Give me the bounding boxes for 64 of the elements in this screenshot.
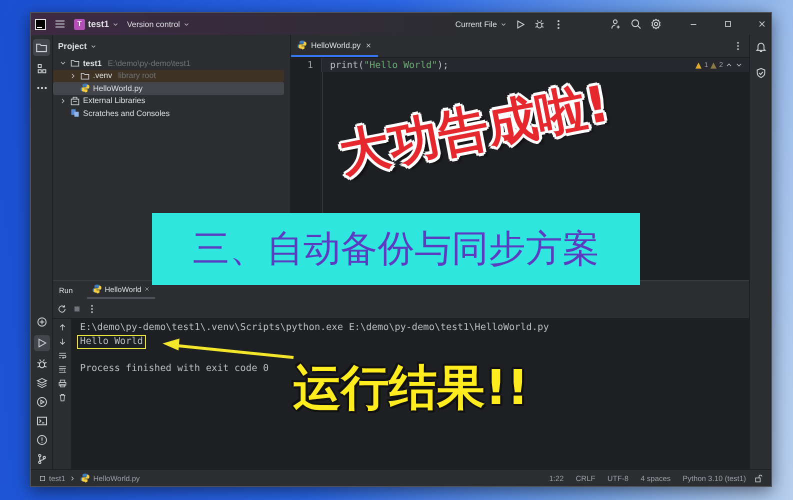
search-icon[interactable]	[630, 18, 642, 30]
run-icon[interactable]	[515, 18, 526, 30]
banner-heading: 三、自动备份与同步方案	[152, 213, 640, 285]
soft-wrap-icon[interactable]	[58, 351, 66, 360]
headline-text: 大功告成啦!	[334, 74, 615, 186]
project-panel-title[interactable]: Project	[53, 35, 290, 57]
console-line: Process finished with exit code 0	[79, 362, 270, 376]
trash-icon[interactable]	[58, 393, 66, 402]
down-arrow-icon[interactable]	[58, 337, 66, 346]
notifications-icon[interactable]	[754, 41, 766, 53]
library-icon	[70, 96, 80, 106]
python-file-icon	[297, 40, 307, 50]
rerun-icon[interactable]	[57, 304, 67, 314]
terminal-icon[interactable]	[36, 415, 48, 427]
console-line: E:\demo\py-demo\test1\.venv\Scripts\python.exe E:\demo\py-demo\test1\HelloWorld.py	[79, 321, 550, 335]
run-configuration-selector[interactable]: Current File	[455, 20, 507, 28]
tree-item[interactable]: Scratches and Consoles	[53, 107, 284, 120]
scroll-to-end-icon[interactable]	[58, 365, 66, 374]
code-line: print("Hello World");	[329, 60, 449, 70]
folder-icon	[70, 58, 80, 68]
maximize-icon[interactable]	[723, 19, 733, 29]
lock-icon[interactable]	[754, 474, 763, 482]
version-control-menu[interactable]: Version control	[127, 20, 190, 28]
shield-check-icon[interactable]	[754, 67, 766, 79]
folder-icon[interactable]	[35, 41, 48, 54]
tree-item[interactable]: .venv library root	[53, 70, 284, 82]
app-logo-icon[interactable]	[35, 18, 46, 30]
chevron-right-icon	[69, 474, 76, 482]
debug-icon[interactable]	[36, 358, 48, 370]
run-icon[interactable]	[36, 337, 48, 349]
close-icon[interactable]	[144, 286, 150, 292]
chevron-up-icon[interactable]	[725, 61, 733, 69]
print-icon[interactable]	[58, 379, 66, 388]
chevron-down-icon	[90, 42, 97, 50]
close-icon[interactable]	[364, 42, 372, 48]
callout-text: 运行结果!!	[293, 359, 529, 418]
stop-icon[interactable]	[72, 304, 82, 314]
add-user-icon[interactable]	[610, 18, 622, 30]
structure-icon[interactable]	[36, 63, 48, 75]
layers-icon[interactable]	[36, 377, 48, 389]
chevron-down-icon	[500, 20, 507, 28]
problems-icon[interactable]	[36, 434, 48, 446]
services-icon[interactable]	[36, 396, 48, 408]
scratch-icon	[70, 108, 80, 118]
python-file-icon	[92, 284, 102, 294]
tree-item[interactable]: test1 E:\demo\py-demo\test1	[53, 57, 284, 70]
warning-icon	[695, 62, 702, 68]
python-file-icon	[80, 473, 90, 483]
module-icon	[39, 474, 46, 482]
tree-item[interactable]: HelloWorld.py	[53, 82, 284, 94]
weak-warning-icon	[710, 62, 718, 68]
git-icon[interactable]	[36, 453, 48, 465]
settings-icon[interactable]	[650, 18, 662, 30]
close-icon[interactable]	[757, 19, 767, 29]
line-number: 1	[291, 58, 322, 72]
folder-icon	[80, 70, 90, 81]
chevron-down-icon	[112, 20, 120, 28]
tree-item[interactable]: External Libraries	[53, 94, 284, 107]
menu-icon[interactable]	[54, 18, 66, 30]
chevron-down-icon[interactable]	[735, 61, 743, 69]
debug-icon[interactable]	[534, 18, 545, 30]
up-arrow-icon[interactable]	[58, 323, 66, 332]
chevron-down-icon	[182, 20, 190, 28]
python-file-icon	[80, 83, 90, 94]
